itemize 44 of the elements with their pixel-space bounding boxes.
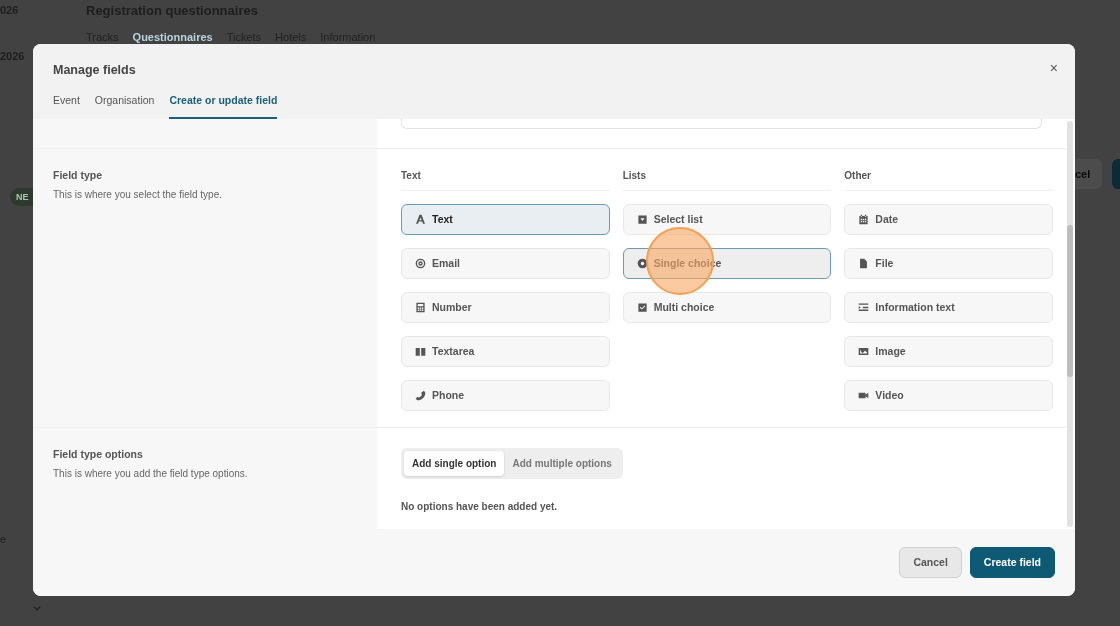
close-button[interactable]: × <box>1049 61 1058 75</box>
calculator-icon <box>415 302 426 313</box>
field-type-option[interactable]: Phone <box>401 380 610 411</box>
field-type-option[interactable]: Video <box>844 380 1053 411</box>
section-description: This is where you select the field type. <box>53 187 223 202</box>
section-title: Field type options <box>53 447 144 462</box>
create-button[interactable]: Create field <box>969 547 1055 578</box>
page-tab[interactable]: Questionnaires <box>132 29 213 46</box>
column-heading: Lists <box>622 168 832 191</box>
dialog-tab[interactable]: Organisation <box>94 94 155 119</box>
letter-a-icon <box>415 214 426 225</box>
section-description: This is where you add the field type options. <box>53 466 249 481</box>
field-type-option[interactable]: Image <box>844 336 1053 367</box>
field-type-option[interactable]: Text <box>401 204 610 235</box>
book-icon <box>415 346 426 357</box>
cancel-button[interactable]: Cancel <box>899 547 962 578</box>
calendar-icon <box>858 214 870 225</box>
empty-message: No options have been added yet. <box>401 500 559 514</box>
scrollbar-thumb[interactable] <box>1067 225 1073 377</box>
chevron-down-icon <box>32 603 42 613</box>
field-type-option[interactable]: Email <box>401 248 610 279</box>
dropdown-icon <box>636 214 648 225</box>
field-type-option[interactable]: Textarea <box>401 336 610 367</box>
phone-icon <box>415 390 426 401</box>
field-type-option[interactable]: Multi choice <box>622 292 832 323</box>
video-camera-icon <box>858 390 870 401</box>
column-heading: Text <box>401 168 610 191</box>
radio-icon <box>636 258 648 269</box>
field-type-option[interactable]: Date <box>844 204 1053 235</box>
dialog-title: Manage fields <box>53 62 136 78</box>
field-type-option[interactable]: Number <box>401 292 610 323</box>
input-field[interactable] <box>401 119 1042 129</box>
section-title: Field type <box>53 168 103 183</box>
indent-icon <box>858 302 870 313</box>
checkbox-icon <box>636 302 648 313</box>
image-icon <box>858 346 870 357</box>
field-type-option[interactable]: File <box>844 248 1053 279</box>
dialog-tab[interactable]: Event <box>53 94 80 119</box>
segment-tab[interactable]: Add multiple options <box>504 451 620 476</box>
field-type-option[interactable]: Select list <box>622 204 832 235</box>
field-type-option[interactable]: Information text <box>844 292 1053 323</box>
file-icon <box>858 258 870 269</box>
segment-tab[interactable]: Add single option <box>404 451 505 476</box>
column-heading: Other <box>844 168 1053 191</box>
